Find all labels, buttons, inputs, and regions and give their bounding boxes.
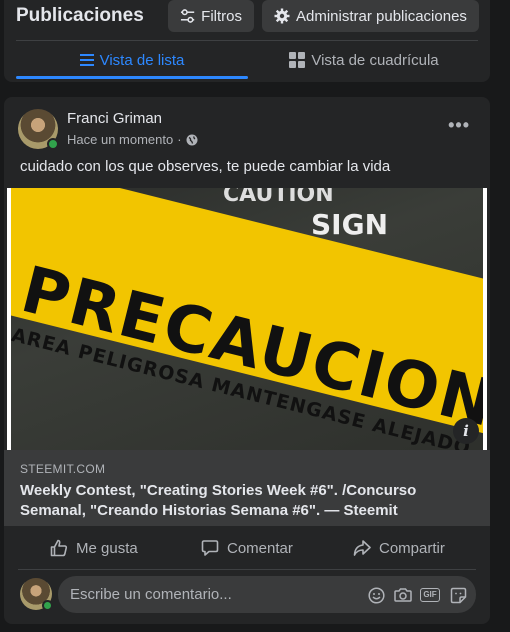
post-text: cuidado con los que observes, te puede c… bbox=[20, 158, 391, 175]
thumbs-up-icon bbox=[50, 539, 68, 557]
globe-icon bbox=[186, 134, 198, 145]
meta-separator: · bbox=[177, 132, 182, 147]
author-avatar[interactable] bbox=[18, 109, 59, 150]
link-title: Weekly Contest, "Creating Stories Week #… bbox=[20, 482, 417, 519]
online-status-dot bbox=[42, 600, 53, 611]
sticker-icon[interactable] bbox=[448, 585, 468, 605]
list-icon bbox=[79, 54, 94, 66]
image-caution-text: CAUTION bbox=[223, 188, 334, 207]
like-button[interactable]: Me gusta bbox=[50, 535, 138, 561]
share-label: Compartir bbox=[379, 539, 445, 557]
comment-input[interactable] bbox=[70, 576, 350, 613]
post-timestamp[interactable]: Hace un momento bbox=[67, 132, 173, 147]
like-label: Me gusta bbox=[76, 539, 138, 557]
post-image-frame[interactable]: CAUTION SIGN PRECAUCION AREA PELIGROSA M… bbox=[7, 188, 487, 450]
post-meta: Hace un momento · bbox=[67, 132, 198, 147]
manage-posts-button[interactable]: Administrar publicaciones bbox=[262, 0, 479, 32]
share-button[interactable]: Compartir bbox=[353, 535, 445, 561]
author-name[interactable]: Franci Griman bbox=[67, 110, 162, 127]
comment-icon bbox=[201, 540, 219, 556]
comment-label: Comentar bbox=[227, 539, 293, 557]
gif-icon[interactable]: GIF bbox=[420, 585, 440, 605]
divider bbox=[18, 569, 476, 570]
post-card: Franci Griman Hace un momento · ••• cuid… bbox=[4, 97, 490, 624]
link-preview[interactable]: STEEMIT.COM Weekly Contest, "Creating St… bbox=[4, 450, 490, 526]
sliders-icon bbox=[180, 9, 195, 23]
filters-button[interactable]: Filtros bbox=[168, 0, 254, 32]
info-button[interactable]: i bbox=[453, 418, 479, 444]
posts-header-card: Publicaciones Filtros Administrar public… bbox=[4, 0, 490, 82]
tab-list-view[interactable]: Vista de lista bbox=[16, 41, 248, 79]
comment-box[interactable]: GIF bbox=[58, 576, 476, 613]
image-sign-text: SIGN bbox=[311, 208, 388, 241]
link-domain: STEEMIT.COM bbox=[20, 462, 106, 476]
commenter-avatar[interactable] bbox=[20, 578, 53, 611]
tab-list-view-label: Vista de lista bbox=[99, 51, 185, 69]
gear-icon bbox=[274, 8, 290, 24]
manage-posts-label: Administrar publicaciones bbox=[296, 7, 467, 25]
online-status-dot bbox=[47, 138, 59, 150]
emoji-icon[interactable] bbox=[366, 585, 386, 605]
tab-grid-view[interactable]: Vista de cuadrícula bbox=[248, 41, 480, 79]
filters-label: Filtros bbox=[201, 7, 242, 25]
grid-icon bbox=[289, 52, 306, 68]
tab-grid-view-label: Vista de cuadrícula bbox=[311, 51, 439, 69]
camera-icon[interactable] bbox=[393, 585, 413, 605]
page-title: Publicaciones bbox=[16, 5, 144, 26]
active-tab-indicator bbox=[16, 76, 248, 79]
share-icon bbox=[353, 540, 371, 556]
post-image: CAUTION SIGN PRECAUCION AREA PELIGROSA M… bbox=[11, 188, 483, 450]
comment-button[interactable]: Comentar bbox=[201, 535, 293, 561]
more-options-button[interactable]: ••• bbox=[448, 115, 470, 136]
